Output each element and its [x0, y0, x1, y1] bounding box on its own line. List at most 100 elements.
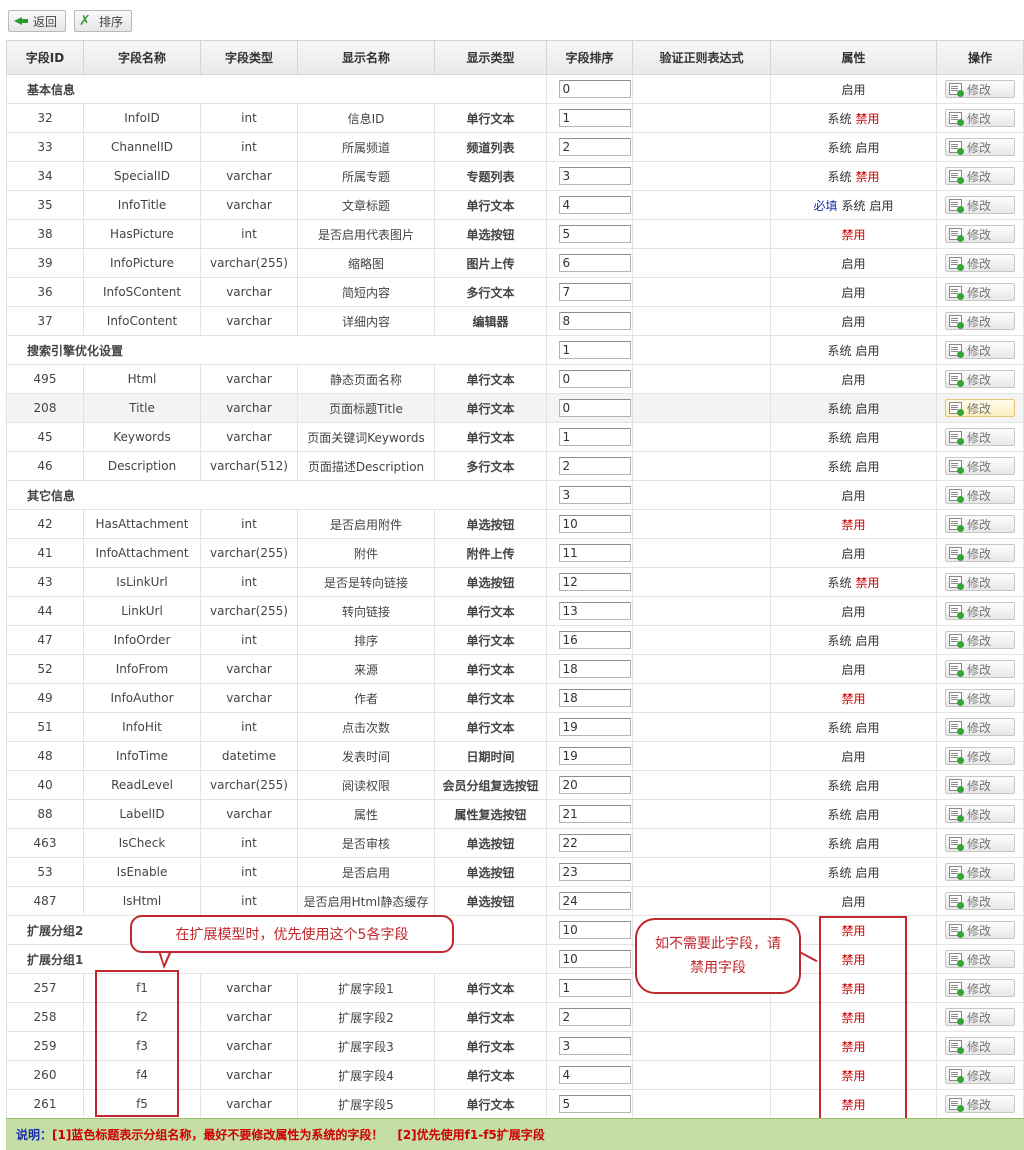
edit-button[interactable]: 修改 — [945, 863, 1015, 881]
order-input[interactable] — [558, 283, 631, 301]
order-input[interactable] — [558, 254, 631, 272]
order-input[interactable] — [558, 428, 631, 446]
attr-en[interactable]: 启用 — [856, 431, 880, 445]
attr-en[interactable]: 启用 — [856, 721, 880, 735]
order-input[interactable] — [558, 515, 631, 533]
back-button[interactable]: 返回 — [8, 10, 67, 32]
order-input[interactable] — [558, 370, 631, 388]
order-input[interactable] — [558, 921, 631, 939]
attr-sys[interactable]: 系统 — [827, 431, 851, 445]
attr-dis[interactable]: 禁用 — [856, 576, 880, 590]
attr-en[interactable]: 启用 — [870, 199, 894, 213]
order-input[interactable] — [558, 834, 631, 852]
attr-dis[interactable]: 禁用 — [856, 170, 880, 184]
attr-sys[interactable]: 系统 — [827, 170, 851, 184]
attr-sys[interactable]: 系统 — [827, 808, 851, 822]
attr-dis[interactable]: 禁用 — [841, 518, 865, 532]
attr-sys[interactable]: 系统 — [827, 837, 851, 851]
order-input[interactable] — [558, 109, 631, 127]
edit-button[interactable]: 修改 — [945, 196, 1015, 214]
attr-sys[interactable]: 系统 — [827, 112, 851, 126]
attr-en[interactable]: 启用 — [856, 344, 880, 358]
edit-button[interactable]: 修改 — [945, 225, 1015, 243]
attr-sys[interactable]: 系统 — [827, 460, 851, 474]
edit-button[interactable]: 修改 — [945, 950, 1015, 968]
attr-en[interactable]: 启用 — [841, 663, 865, 677]
group-name[interactable]: 其它信息 — [6, 480, 547, 510]
edit-button[interactable]: 修改 — [945, 921, 1015, 939]
edit-button[interactable]: 修改 — [945, 370, 1015, 388]
order-input[interactable] — [558, 1008, 631, 1026]
edit-button[interactable]: 修改 — [945, 979, 1015, 997]
attr-en[interactable]: 启用 — [856, 837, 880, 851]
attr-en[interactable]: 启用 — [841, 605, 865, 619]
attr-sys[interactable]: 系统 — [827, 721, 851, 735]
edit-button[interactable]: 修改 — [945, 660, 1015, 678]
group-name[interactable]: 搜索引擎优化设置 — [6, 335, 547, 365]
order-input[interactable] — [558, 689, 631, 707]
order-input[interactable] — [558, 950, 631, 968]
order-input[interactable] — [558, 805, 631, 823]
order-input[interactable] — [558, 776, 631, 794]
attr-sys[interactable]: 系统 — [827, 344, 851, 358]
attr-en[interactable]: 启用 — [841, 489, 865, 503]
group-name[interactable]: 基本信息 — [6, 74, 547, 104]
attr-sys[interactable]: 系统 — [827, 866, 851, 880]
order-input[interactable] — [558, 225, 631, 243]
order-input[interactable] — [558, 979, 631, 997]
attr-sys[interactable]: 系统 — [827, 779, 851, 793]
order-input[interactable] — [558, 892, 631, 910]
edit-button[interactable]: 修改 — [945, 399, 1015, 417]
attr-en[interactable]: 启用 — [856, 141, 880, 155]
order-input[interactable] — [558, 486, 631, 504]
attr-en[interactable]: 启用 — [841, 895, 865, 909]
edit-button[interactable]: 修改 — [945, 834, 1015, 852]
order-input[interactable] — [558, 660, 631, 678]
order-input[interactable] — [558, 1066, 631, 1084]
order-input[interactable] — [558, 1095, 631, 1113]
order-input[interactable] — [558, 399, 631, 417]
order-input[interactable] — [558, 863, 631, 881]
edit-button[interactable]: 修改 — [945, 1008, 1015, 1026]
edit-button[interactable]: 修改 — [945, 892, 1015, 910]
order-input[interactable] — [558, 747, 631, 765]
order-input[interactable] — [558, 573, 631, 591]
attr-en[interactable]: 启用 — [841, 257, 865, 271]
attr-en[interactable]: 启用 — [856, 808, 880, 822]
sort-button[interactable]: ✗ 排序 — [74, 10, 133, 32]
edit-button[interactable]: 修改 — [945, 515, 1015, 533]
attr-en[interactable]: 启用 — [856, 634, 880, 648]
attr-sys[interactable]: 系统 — [827, 141, 851, 155]
edit-button[interactable]: 修改 — [945, 138, 1015, 156]
order-input[interactable] — [558, 631, 631, 649]
attr-en[interactable]: 启用 — [856, 460, 880, 474]
edit-button[interactable]: 修改 — [945, 602, 1015, 620]
edit-button[interactable]: 修改 — [945, 254, 1015, 272]
edit-button[interactable]: 修改 — [945, 544, 1015, 562]
edit-button[interactable]: 修改 — [945, 747, 1015, 765]
attr-req[interactable]: 必填 — [813, 199, 837, 213]
attr-sys[interactable]: 系统 — [827, 576, 851, 590]
order-input[interactable] — [558, 544, 631, 562]
order-input[interactable] — [558, 138, 631, 156]
attr-en[interactable]: 启用 — [841, 83, 865, 97]
attr-en[interactable]: 启用 — [856, 402, 880, 416]
attr-dis[interactable]: 禁用 — [841, 692, 865, 706]
attr-en[interactable]: 启用 — [841, 547, 865, 561]
edit-button[interactable]: 修改 — [945, 631, 1015, 649]
order-input[interactable] — [558, 80, 631, 98]
edit-button[interactable]: 修改 — [945, 428, 1015, 446]
attr-en[interactable]: 启用 — [841, 286, 865, 300]
edit-button[interactable]: 修改 — [945, 486, 1015, 504]
attr-en[interactable]: 启用 — [856, 866, 880, 880]
edit-button[interactable]: 修改 — [945, 80, 1015, 98]
order-input[interactable] — [558, 457, 631, 475]
attr-sys[interactable]: 系统 — [827, 402, 851, 416]
order-input[interactable] — [558, 312, 631, 330]
attr-en[interactable]: 启用 — [841, 315, 865, 329]
attr-sys[interactable]: 系统 — [827, 634, 851, 648]
edit-button[interactable]: 修改 — [945, 1037, 1015, 1055]
order-input[interactable] — [558, 602, 631, 620]
order-input[interactable] — [558, 341, 631, 359]
edit-button[interactable]: 修改 — [945, 341, 1015, 359]
